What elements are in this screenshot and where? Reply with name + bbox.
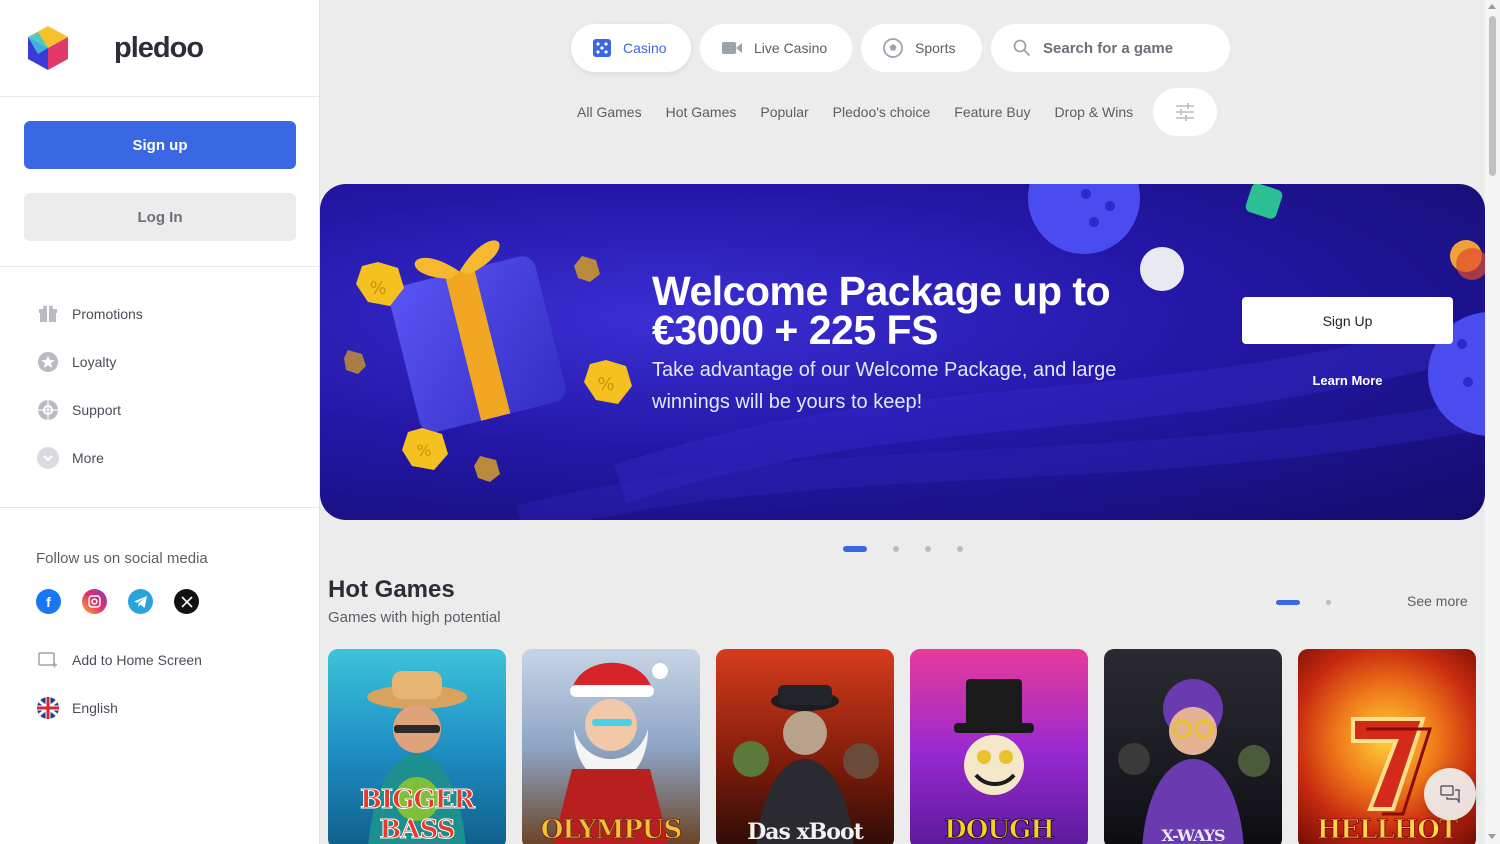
tab-live-label: Live Casino <box>754 40 828 56</box>
banner-title: Welcome Package up to €3000 + 225 FS <box>652 268 1111 353</box>
add-home-label: Add to Home Screen <box>72 652 202 668</box>
gift-icon <box>36 302 60 326</box>
add-screen-icon <box>36 648 60 672</box>
scroll-down-arrow[interactable] <box>1488 834 1496 839</box>
search-placeholder: Search for a game <box>1043 39 1174 57</box>
sidebar-item-loyalty[interactable]: Loyalty <box>0 338 319 386</box>
telegram-icon[interactable] <box>128 589 153 614</box>
game-title: OLYMPUS <box>540 815 683 844</box>
search-icon <box>1013 39 1031 57</box>
social-title: Follow us on social media <box>36 550 208 567</box>
sidebar-item-label: Support <box>72 402 122 418</box>
game-card[interactable]: BIGGER BASS <box>328 649 506 844</box>
tab-casino-label: Casino <box>623 40 667 56</box>
svg-text:%: % <box>597 374 614 395</box>
top-nav: Casino Live Casino Sports Search for a g… <box>571 24 1230 72</box>
banner-pagination <box>843 546 963 552</box>
filter-button[interactable] <box>1153 88 1218 136</box>
language-selector[interactable]: English <box>36 684 283 732</box>
dice-icon <box>593 39 611 57</box>
promo-banner[interactable]: % % % Welcome Package up to €3000 + 225 … <box>320 184 1485 520</box>
banner-dot[interactable] <box>893 546 899 552</box>
banner-learn-more-link[interactable]: Learn More <box>1242 373 1453 388</box>
soccer-ball-icon <box>883 38 903 58</box>
tab-feature-buy[interactable]: Feature Buy <box>954 88 1030 136</box>
chat-button[interactable] <box>1424 768 1476 820</box>
sidebar-item-label: Promotions <box>72 306 143 322</box>
tab-pledoos-choice[interactable]: Pledoo's choice <box>833 88 931 136</box>
tab-popular[interactable]: Popular <box>760 88 808 136</box>
sliders-icon <box>1176 103 1195 121</box>
chevron-down-icon <box>36 446 60 470</box>
tab-all-games[interactable]: All Games <box>577 88 642 136</box>
star-icon <box>36 350 60 374</box>
sidebar: pledoo Sign up Log In Promotions Loyalty… <box>0 0 320 844</box>
sidebar-item-more[interactable]: More <box>0 434 319 482</box>
sidebar-item-label: Loyalty <box>72 354 117 370</box>
game-art <box>733 685 879 844</box>
chat-icon <box>1440 785 1460 803</box>
game-card[interactable]: Das xBoot <box>716 649 894 844</box>
camera-icon <box>722 41 742 55</box>
scroll-up-arrow[interactable] <box>1488 4 1496 9</box>
tab-sports[interactable]: Sports <box>861 24 982 72</box>
hot-games-title: Hot Games <box>328 576 455 603</box>
banner-dot[interactable] <box>925 546 931 552</box>
game-card[interactable]: OLYMPUS <box>522 649 700 844</box>
tab-drop-wins[interactable]: Drop & Wins <box>1055 88 1134 136</box>
hot-games-pagination <box>1276 600 1331 605</box>
sidebar-item-support[interactable]: Support <box>0 386 319 434</box>
tab-hot-games[interactable]: Hot Games <box>666 88 737 136</box>
svg-text:%: % <box>416 441 431 460</box>
svg-text:%: % <box>369 278 386 299</box>
x-icon[interactable] <box>174 589 199 614</box>
carousel-dot[interactable] <box>1326 600 1331 605</box>
category-tabs: All Games Hot Games Popular Pledoo's cho… <box>577 88 1218 136</box>
sidebar-item-promotions[interactable]: Promotions <box>0 290 319 338</box>
sidebar-item-label: More <box>72 450 104 466</box>
banner-signup-button[interactable]: Sign Up <box>1242 297 1453 344</box>
tab-live-casino[interactable]: Live Casino <box>700 24 852 72</box>
add-to-home-screen[interactable]: Add to Home Screen <box>36 636 283 684</box>
lifebuoy-icon <box>36 398 60 422</box>
carousel-dot[interactable] <box>1276 600 1300 605</box>
game-title: Das xBoot <box>747 819 864 844</box>
login-button[interactable]: Log In <box>24 193 296 241</box>
game-card[interactable]: DOUGH <box>910 649 1088 844</box>
hot-games-subtitle: Games with high potential <box>328 609 501 626</box>
hot-games-list: BIGGER BASS OLYMPUS Das xBoot DOUGH X-WA… <box>328 649 1476 844</box>
game-art <box>1118 679 1270 844</box>
facebook-icon[interactable]: f <box>36 589 61 614</box>
sidebar-nav: Promotions Loyalty Support More <box>0 267 319 508</box>
page-scrollbar[interactable] <box>1485 0 1500 844</box>
brand-name: pledoo <box>114 31 204 64</box>
tab-sports-label: Sports <box>915 40 956 56</box>
game-title: X-WAYS <box>1161 826 1225 844</box>
tab-casino[interactable]: Casino <box>571 24 691 72</box>
banner-dot[interactable] <box>843 546 867 552</box>
game-title: BIGGER BASS <box>360 785 476 844</box>
social-links: f <box>36 589 283 614</box>
logo-cube-icon <box>28 26 68 70</box>
game-card[interactable]: X-WAYS <box>1104 649 1282 844</box>
signup-button[interactable]: Sign up <box>24 121 296 169</box>
social-section: Follow us on social media f Add to Home … <box>0 508 319 732</box>
banner-subtitle: Take advantage of our Welcome Package, a… <box>652 359 1117 413</box>
logo[interactable]: pledoo <box>0 0 319 97</box>
uk-flag-icon <box>36 696 60 720</box>
scroll-thumb[interactable] <box>1489 16 1496 176</box>
game-title: DOUGH <box>944 815 1056 844</box>
banner-dot[interactable] <box>957 546 963 552</box>
see-more-link[interactable]: See more <box>1407 593 1468 609</box>
search-input[interactable]: Search for a game <box>991 24 1230 72</box>
instagram-icon[interactable] <box>82 589 107 614</box>
auth-panel: Sign up Log In <box>0 97 319 267</box>
language-label: English <box>72 700 118 716</box>
